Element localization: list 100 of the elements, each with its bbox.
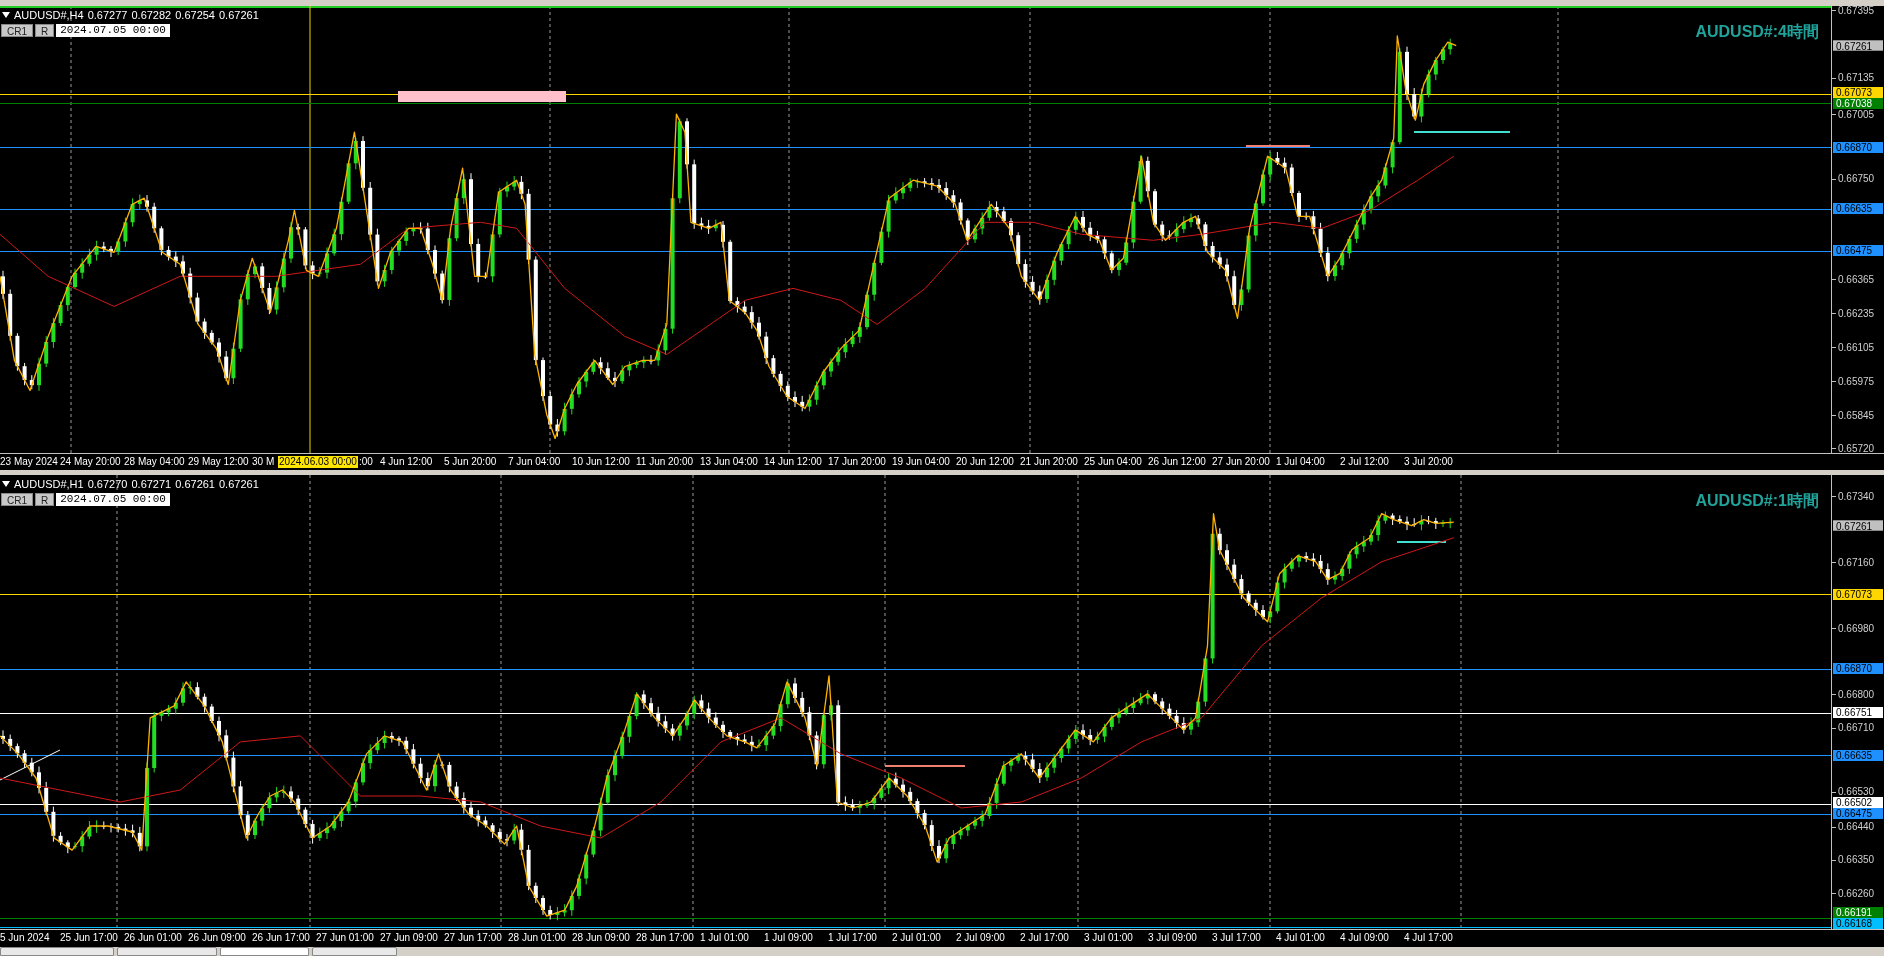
axis-tick-label: 0.66440: [1838, 821, 1875, 832]
price-label: 0.66502: [1833, 797, 1883, 808]
time-label: 5 Jun 20:00: [444, 456, 497, 468]
price-label: 0.66635: [1833, 203, 1883, 214]
time-label: 4 Jul 09:00: [1340, 932, 1389, 944]
time-label: 28 May 04:00: [124, 456, 185, 468]
chart-tab[interactable]: [0, 947, 114, 956]
time-label: 27 Jun 09:00: [380, 932, 438, 944]
axis-tick-label: 0.66530: [1838, 786, 1875, 797]
price-value: 0.67261: [219, 478, 259, 490]
time-label: 28 Jun 17:00: [636, 932, 694, 944]
axis-tick-label: 0.66980: [1838, 623, 1875, 634]
time-label: 4 Jul 01:00: [1276, 932, 1325, 944]
time-label: 2 Jul 17:00: [1020, 932, 1069, 944]
chart-tab[interactable]: [220, 947, 309, 956]
date-field[interactable]: 2024.07.05 00:00: [56, 493, 170, 506]
price-label: 0.67073: [1833, 87, 1883, 98]
time-label: 29 May 12:00: [188, 456, 249, 468]
caret-icon[interactable]: [2, 481, 10, 487]
price-label: 0.66870: [1833, 142, 1883, 153]
price-label: 0.66475: [1833, 245, 1883, 256]
time-label: 25 Jun 17:00: [60, 932, 118, 944]
axis-tick-label: 0.67160: [1838, 557, 1875, 568]
time-label: 11 Jun 20:00: [636, 456, 694, 468]
time-label: 14 Jun 12:00: [764, 456, 822, 468]
chart-button[interactable]: R: [35, 493, 55, 506]
time-label: 27 Jun 20:00: [1212, 456, 1270, 468]
time-label: 26 Jun 09:00: [188, 932, 246, 944]
chart-button[interactable]: CR1: [1, 24, 33, 37]
price-label: 0.66475: [1833, 808, 1883, 819]
time-label: 26 Jun 17:00: [252, 932, 310, 944]
time-label: 28 Jun 09:00: [572, 932, 630, 944]
time-label: 2 Jul 09:00: [956, 932, 1005, 944]
axis-tick-label: 0.65720: [1838, 443, 1875, 453]
axis-tick-label: 0.66350: [1838, 854, 1875, 865]
axis-tick-label: 0.66235: [1838, 308, 1875, 319]
time-label: 26 Jun 01:00: [124, 932, 182, 944]
time-label: 1 Jul 01:00: [700, 932, 749, 944]
chart-button[interactable]: R: [35, 24, 55, 37]
price-value: 0.67261: [219, 9, 259, 21]
time-label: 4 Jun 12:00: [380, 456, 433, 468]
date-field[interactable]: 2024.07.05 00:00: [56, 24, 170, 37]
price-value: 0.67270: [87, 478, 128, 490]
time-label: 2 Jul 12:00: [1340, 456, 1389, 468]
time-label: 19 Jun 04:00: [892, 456, 950, 468]
axis-tick-label: 0.66800: [1838, 689, 1875, 700]
price-value: 0.67254: [175, 9, 215, 21]
short-line: [1245, 145, 1311, 147]
chart-tab[interactable]: [117, 947, 217, 956]
price-label: 0.66191: [1833, 907, 1883, 918]
axis-tick-label: 0.66710: [1838, 722, 1875, 733]
time-label: 13 Jun 04:00: [700, 456, 758, 468]
time-label: 21 Jun 20:00: [1020, 456, 1078, 468]
chart-button[interactable]: CR1: [1, 493, 33, 506]
time-marker-label: 2024.06.03 00:00: [278, 456, 358, 468]
time-label: 20 Jun 12:00: [956, 456, 1014, 468]
axis-tick-label: 0.66260: [1838, 888, 1875, 899]
price-label: 0.67261: [1833, 40, 1883, 51]
price-label: 0.67261: [1833, 520, 1883, 531]
time-label: 27 Jun 17:00: [444, 932, 502, 944]
price-value: 0.67261: [175, 478, 215, 490]
time-label: 3 Jul 20:00: [1404, 456, 1453, 468]
axis-tick-label: 0.67005: [1838, 109, 1875, 120]
price-label: 0.67073: [1833, 589, 1883, 600]
time-label: 1 Jul 09:00: [764, 932, 813, 944]
time-label: 2 Jul 01:00: [892, 932, 941, 944]
axis-tick-label: 0.67135: [1838, 72, 1875, 83]
time-label: 5 Jun 2024: [0, 932, 50, 944]
short-line: [1396, 541, 1447, 543]
chart-title: AUDUSD#:4時間: [1695, 22, 1819, 42]
axis-tick-label: 0.66365: [1838, 274, 1875, 285]
price-value: 0.67271: [131, 478, 172, 490]
price-label: 0.66168: [1833, 918, 1883, 929]
time-label: 3 Jul 01:00: [1084, 932, 1133, 944]
time-label: 17 Jun 20:00: [828, 456, 886, 468]
time-label: 24 May 20:00: [60, 456, 121, 468]
symbol-label: AUDUSD#,H4: [14, 9, 84, 21]
time-label: 7 Jun 04:00: [508, 456, 561, 468]
time-label: 3 Jul 09:00: [1148, 932, 1197, 944]
time-label: 4 Jul 17:00: [1404, 932, 1453, 944]
trend-line: [0, 749, 61, 781]
price-value: 0.67277: [87, 9, 128, 21]
time-label: 23 May 2024: [0, 456, 58, 468]
time-label: 28 Jun 01:00: [508, 932, 566, 944]
time-label: 27 Jun 01:00: [316, 932, 374, 944]
time-label: :00: [359, 456, 373, 468]
axis-tick-label: 0.65845: [1838, 410, 1875, 421]
chart-title: AUDUSD#:1時間: [1695, 491, 1819, 511]
time-label: 25 Jun 04:00: [1084, 456, 1142, 468]
axis-tick-label: 0.67340: [1838, 491, 1875, 502]
time-label: 10 Jun 12:00: [572, 456, 630, 468]
price-label: 0.66870: [1833, 663, 1883, 674]
time-label: 30 M: [252, 456, 275, 468]
caret-icon[interactable]: [2, 12, 10, 18]
axis-tick-label: 0.67395: [1838, 6, 1875, 16]
time-label: 3 Jul 17:00: [1212, 932, 1261, 944]
axis-tick-label: 0.66105: [1838, 342, 1875, 353]
time-label: 1 Jul 04:00: [1276, 456, 1325, 468]
chart-tab[interactable]: [312, 947, 397, 956]
price-value: 0.67282: [131, 9, 172, 21]
